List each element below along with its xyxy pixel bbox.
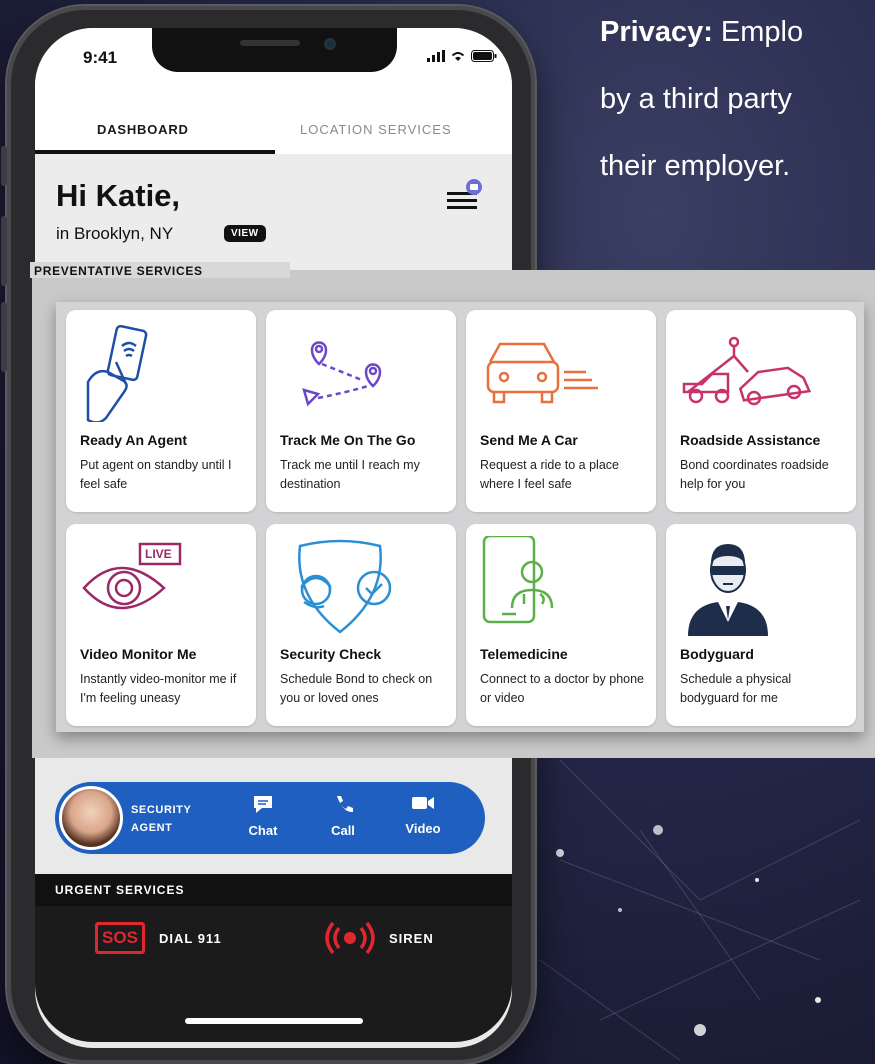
siren-icon [325,921,375,955]
card-title: Send Me A Car [480,432,578,448]
service-card-track-me-on-the-go[interactable]: Track Me On The Go Track me until I reac… [266,310,456,512]
card-description: Request a ride to a place where I feel s… [480,458,619,491]
status-bar: 9:41 [35,28,512,98]
phone-lower-screen: SECURITY AGENT Chat Call Video URGENT SE… [35,758,512,1042]
video-button[interactable]: Video [393,794,453,836]
phone-volume-down [1,302,7,372]
top-tabs: DASHBOARD LOCATION SERVICES [35,98,512,154]
status-icons [427,50,497,62]
siren-label: SIREN [389,931,434,946]
phone-volume-up [1,216,7,286]
security-agent-bar[interactable]: SECURITY AGENT Chat Call Video [55,782,485,854]
card-title: Telemedicine [480,646,568,662]
preventative-services-grid: Ready An Agent Put agent on standby unti… [56,302,864,732]
dial-911-label: DIAL 911 [159,931,222,946]
card-description: Schedule Bond to check on you or loved o… [280,672,433,705]
phone-icon [337,796,353,813]
card-title: Ready An Agent [80,432,188,448]
card-description: Put agent on standby until I feel safe [80,458,232,491]
privacy-line3: their employer. [600,150,791,182]
tab-dashboard[interactable]: DASHBOARD [97,122,189,137]
menu-icon[interactable] [445,178,485,214]
preventative-services-label: PREVENTATIVE SERVICES [34,264,203,278]
notch [152,28,397,72]
privacy-heading: Privacy: [600,16,713,48]
status-time: 9:41 [83,48,118,67]
card-description: Track me until I reach my destination [280,458,420,491]
phone-doctor-icon [482,536,554,624]
wifi-icon [451,52,465,61]
view-location-button[interactable]: VIEW [224,225,266,242]
speaker [240,40,300,46]
card-description: Bond coordinates roadside help for you [680,458,829,491]
greeting-title: Hi Katie, [56,178,181,213]
urgent-services-header: URGENT SERVICES [35,874,512,906]
greeting-section: Hi Katie, in Brooklyn, NY VIEW [35,154,512,274]
bodyguard-icon [688,544,768,636]
live-badge-text: LIVE [145,547,172,561]
card-description: Instantly video-monitor me if I'm feelin… [80,672,237,705]
video-camera-icon [412,797,434,809]
service-card-ready-an-agent[interactable]: Ready An Agent Put agent on standby unti… [66,310,256,512]
service-card-roadside-assistance[interactable]: Roadside Assistance Bond coordinates roa… [666,310,856,512]
front-camera [324,38,336,50]
privacy-line2: by a third party [600,83,792,115]
service-card-bodyguard[interactable]: Bodyguard Schedule a physical bodyguard … [666,524,856,726]
car-icon [486,342,598,404]
privacy-line1: Emplo [712,16,804,48]
tow-truck-icon [682,336,812,406]
call-button[interactable]: Call [313,794,373,838]
service-card-send-me-a-car[interactable]: Send Me A Car Request a ride to a place … [466,310,656,512]
home-indicator[interactable] [185,1018,363,1024]
phone-side-button [1,146,7,186]
agent-label: SECURITY AGENT [131,804,192,834]
signal-icon [427,50,445,62]
chat-icon [254,796,272,813]
agent-avatar [59,786,123,850]
card-title: Bodyguard [680,646,754,662]
sos-icon: SOS [95,922,145,954]
current-location: in Brooklyn, NY [56,224,174,243]
battery-icon [471,50,497,62]
chat-button[interactable]: Chat [233,794,293,838]
card-title: Video Monitor Me [80,646,197,662]
tap-phone-icon [86,324,148,422]
shield-agent-icon [298,539,392,634]
tab-location-services[interactable]: LOCATION SERVICES [300,122,452,137]
card-description: Connect to a doctor by phone or video [480,672,645,705]
card-description: Schedule a physical bodyguard for me [680,672,792,705]
service-card-video-monitor-me[interactable]: LIVE Video Monitor Me Instantly video-mo… [66,524,256,726]
card-title: Security Check [280,646,382,662]
route-pins-icon [302,341,382,407]
service-card-telemedicine[interactable]: Telemedicine Connect to a doctor by phon… [466,524,656,726]
urgent-services-label: URGENT SERVICES [55,883,185,897]
service-card-security-check[interactable]: Security Check Schedule Bond to check on… [266,524,456,726]
card-title: Track Me On The Go [280,432,416,448]
card-title: Roadside Assistance [680,432,821,448]
